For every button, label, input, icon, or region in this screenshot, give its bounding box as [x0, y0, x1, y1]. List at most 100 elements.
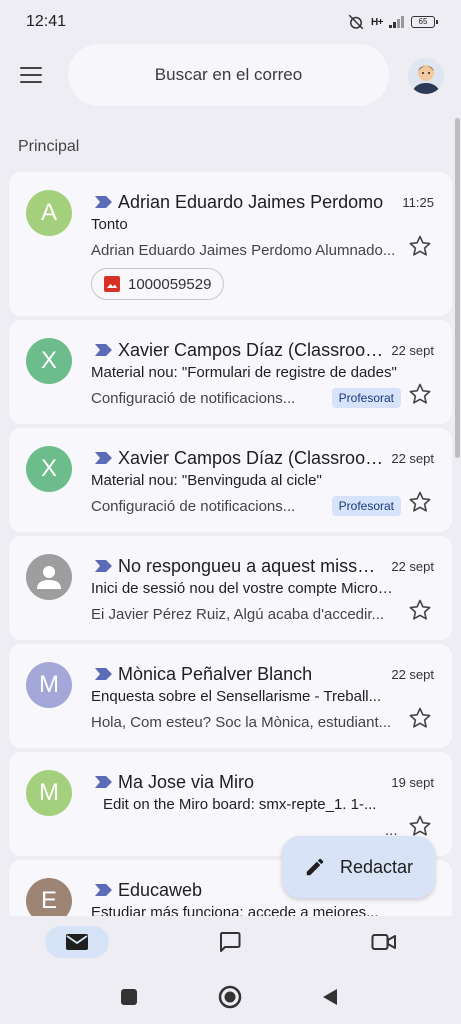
- profile-avatar-icon: [408, 58, 444, 94]
- email-snippet: Adrian Eduardo Jaimes Perdomo Alumnado..…: [91, 241, 396, 259]
- nav-mail[interactable]: [45, 926, 109, 958]
- email-date: 22 sept: [391, 342, 434, 358]
- email-date: 22 sept: [391, 666, 434, 682]
- sender-row: Xavier Campos Díaz (Classroom) 22 sept: [95, 446, 434, 470]
- sender-name: Ma Jose via Miro: [118, 771, 255, 792]
- sender-name: Xavier Campos Díaz (Classroom): [118, 447, 384, 468]
- sender-avatar[interactable]: M: [26, 770, 72, 816]
- attachment-chip[interactable]: 1000059529: [91, 268, 225, 300]
- attachment-name: 1000059529: [128, 275, 212, 293]
- email-snippet: Hola, Com esteu? Soc la Mònica, estudian…: [91, 713, 392, 731]
- sender-avatar[interactable]: E: [26, 878, 72, 916]
- nav-meet[interactable]: [352, 926, 416, 958]
- star-icon[interactable]: [408, 234, 432, 258]
- avatar-initial: X: [40, 347, 57, 374]
- email-item[interactable]: X Xavier Campos Díaz (Classroom) 22 sept…: [9, 320, 452, 424]
- email-date: 11:25: [402, 194, 434, 210]
- star-icon[interactable]: [408, 490, 432, 514]
- sender-row: Adrian Eduardo Jaimes Perdomo 11:25: [95, 190, 434, 214]
- important-marker-icon[interactable]: [95, 560, 112, 572]
- chat-icon: [220, 932, 241, 952]
- label-chip[interactable]: Profesorat: [331, 496, 401, 516]
- snippet-row: Hola, Com esteu? Soc la Mònica, estudian…: [91, 712, 397, 732]
- back-button[interactable]: [320, 987, 340, 1007]
- recents-button[interactable]: [120, 988, 138, 1006]
- email-item[interactable]: No respongueu a aquest missatge 22 sept …: [9, 536, 452, 640]
- sender-avatar[interactable]: [26, 554, 72, 600]
- sender-name: Mònica Peñalver Blanch: [118, 663, 313, 684]
- important-marker-icon[interactable]: [95, 668, 112, 680]
- snippet-row: Adrian Eduardo Jaimes Perdomo Alumnado..…: [91, 240, 397, 260]
- email-date: 22 sept: [391, 558, 434, 574]
- sender-avatar[interactable]: A: [26, 190, 72, 236]
- avatar-initial: E: [40, 887, 57, 914]
- email-subject: Material nou: "Benvinguda al cicle": [91, 472, 322, 489]
- email-subject: Inici de sessió nou del vostre compte Mi…: [91, 580, 397, 597]
- pencil-icon: [306, 858, 324, 876]
- alarm-off-icon: [348, 14, 364, 30]
- email-subject: Edit on the Miro board: smx-repte_1. 1-.…: [103, 796, 377, 813]
- star-icon[interactable]: [408, 814, 432, 838]
- section-label: Principal: [18, 138, 80, 155]
- email-snippet: Configuració de notificacions...: [91, 497, 296, 515]
- label-chip[interactable]: Profesorat: [331, 388, 401, 408]
- email-subject: Material nou: "Formulari de registre de …: [91, 364, 397, 381]
- hamburger-menu-icon[interactable]: [20, 67, 42, 83]
- star-icon[interactable]: [408, 706, 432, 730]
- email-item[interactable]: A Adrian Eduardo Jaimes Perdomo 11:25 To…: [9, 172, 452, 316]
- avatar-initial: M: [39, 779, 59, 806]
- email-snippet: Configuració de notificacions...: [91, 389, 296, 407]
- important-marker-icon[interactable]: [95, 884, 112, 896]
- sender-avatar[interactable]: M: [26, 662, 72, 708]
- sender-row: Xavier Campos Díaz (Classroom) 22 sept: [95, 338, 434, 362]
- email-snippet: Ei Javier Pérez Ruiz, Algú acaba d'acced…: [91, 605, 385, 623]
- email-item[interactable]: X Xavier Campos Díaz (Classroom) 22 sept…: [9, 428, 452, 532]
- status-bar: 12:41 H+ 65: [0, 0, 461, 44]
- home-button[interactable]: [218, 985, 242, 1009]
- nav-chat[interactable]: [198, 926, 262, 958]
- star-icon[interactable]: [408, 598, 432, 622]
- email-date: 22 sept: [391, 450, 434, 466]
- avatar-initial: M: [39, 671, 59, 698]
- scrollbar[interactable]: [455, 118, 460, 458]
- snippet-row: Configuració de notificacions... Profeso…: [91, 496, 401, 516]
- avatar-initial: X: [40, 455, 57, 482]
- top-bar: Buscar en el correo: [0, 44, 461, 106]
- image-icon: [104, 276, 120, 292]
- account-avatar[interactable]: [408, 58, 444, 94]
- email-list: A Adrian Eduardo Jaimes Perdomo 11:25 To…: [9, 172, 452, 916]
- important-marker-icon[interactable]: [95, 452, 112, 464]
- battery-icon: 65: [411, 16, 438, 28]
- email-item[interactable]: M Mònica Peñalver Blanch 22 sept Enquest…: [9, 644, 452, 748]
- sender-row: Ma Jose via Miro 19 sept: [95, 770, 434, 794]
- search-input[interactable]: Buscar en el correo: [68, 44, 389, 106]
- network-type: H+: [370, 16, 384, 28]
- mail-icon: [66, 934, 88, 950]
- avatar-initial: A: [40, 199, 57, 226]
- person-icon: [37, 566, 61, 589]
- star-icon[interactable]: [408, 382, 432, 406]
- system-navigation: [0, 972, 461, 1024]
- important-marker-icon[interactable]: [95, 196, 112, 208]
- snippet-row: Configuració de notificacions... Profeso…: [91, 388, 401, 408]
- important-marker-icon[interactable]: [95, 344, 112, 356]
- status-icons: H+ 65: [347, 13, 438, 31]
- important-marker-icon[interactable]: [95, 776, 112, 788]
- sender-avatar[interactable]: X: [26, 338, 72, 384]
- sender-row: No respongueu a aquest missatge 22 sept: [95, 554, 434, 578]
- status-time: 12:41: [26, 13, 67, 30]
- email-subject: Tonto: [91, 216, 128, 233]
- snippet-row: Ei Javier Pérez Ruiz, Algú acaba d'acced…: [91, 604, 397, 624]
- compose-label: Redactar: [339, 856, 414, 877]
- email-date: 19 sept: [391, 774, 434, 790]
- signal-icon: [389, 16, 404, 28]
- search-placeholder: Buscar en el correo: [154, 65, 303, 84]
- sender-name: No respongueu a aquest missatge: [118, 555, 384, 576]
- sender-name: Xavier Campos Díaz (Classroom): [118, 339, 384, 360]
- sender-name: Adrian Eduardo Jaimes Perdomo: [118, 191, 384, 212]
- video-camera-icon: [371, 934, 396, 950]
- compose-button[interactable]: Redactar: [282, 836, 435, 898]
- email-subject: Enquesta sobre el Sensellarisme - Trebal…: [91, 688, 382, 705]
- bottom-navigation: [0, 916, 461, 972]
- sender-avatar[interactable]: X: [26, 446, 72, 492]
